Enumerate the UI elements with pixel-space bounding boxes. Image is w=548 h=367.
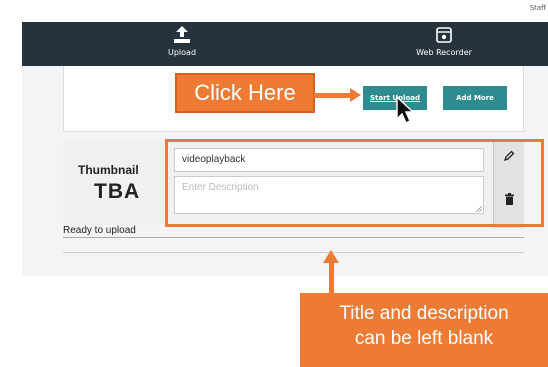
upload-icon bbox=[174, 26, 190, 43]
divider bbox=[63, 237, 524, 238]
title-description-highlight bbox=[165, 139, 544, 227]
callout-line-2: can be left blank bbox=[354, 328, 494, 349]
nav-upload[interactable]: Upload bbox=[122, 25, 242, 63]
mouse-pointer-icon bbox=[396, 96, 415, 124]
callout-arrow-shaft bbox=[314, 93, 352, 98]
nav-web-recorder[interactable]: Web Recorder bbox=[384, 25, 504, 63]
nav-web-recorder-label: Web Recorder bbox=[416, 48, 472, 57]
callout-line-1: Title and description bbox=[339, 303, 509, 324]
web-recorder-icon bbox=[436, 27, 452, 43]
top-strip: Staff bbox=[0, 0, 548, 22]
title-description-callout: Title and description can be left blank bbox=[300, 293, 548, 367]
staff-label[interactable]: Staff bbox=[530, 4, 546, 12]
upload-status: Ready to upload bbox=[63, 225, 136, 236]
nav-upload-label: Upload bbox=[167, 48, 197, 57]
thumbnail-value: TBA bbox=[94, 180, 141, 203]
add-more-button[interactable]: Add More bbox=[443, 86, 507, 110]
callout-arrow-head bbox=[350, 88, 361, 102]
divider bbox=[63, 252, 524, 253]
click-here-callout: Click Here bbox=[175, 73, 315, 113]
thumbnail-label: Thumbnail bbox=[78, 163, 139, 177]
top-nav: Upload Web Recorder bbox=[22, 22, 548, 66]
